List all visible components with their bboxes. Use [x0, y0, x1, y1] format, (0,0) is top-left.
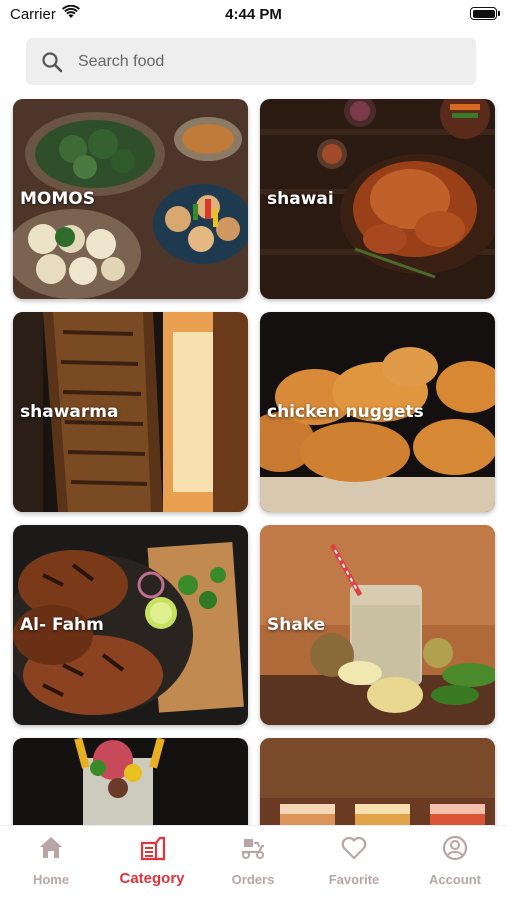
search-icon	[42, 51, 63, 72]
category-label: Shake	[267, 615, 326, 635]
tab-category[interactable]: Category	[102, 834, 202, 887]
dessert-image	[13, 738, 248, 825]
juice-image	[260, 738, 495, 825]
search-bar[interactable]	[26, 38, 476, 85]
tab-orders[interactable]: Orders	[203, 834, 303, 887]
category-grid: MOMOS shawai shawarma chicken nuggets Al…	[0, 0, 507, 825]
category-card-shawarma[interactable]: shawarma	[13, 312, 248, 512]
heart-icon	[341, 836, 367, 860]
category-card-juice[interactable]	[260, 738, 495, 825]
category-card-momos[interactable]: MOMOS	[13, 99, 248, 299]
category-label: Al- Fahm	[20, 615, 104, 635]
tab-favorite[interactable]: Favorite	[304, 834, 404, 887]
tab-label: Category	[119, 870, 185, 887]
tab-home[interactable]: Home	[1, 834, 101, 887]
home-icon	[40, 837, 62, 858]
category-card-dessert[interactable]	[13, 738, 248, 825]
category-label: shawarma	[20, 402, 119, 422]
category-card-shake[interactable]: Shake	[260, 525, 495, 725]
category-card-al-fahm[interactable]: Al- Fahm	[13, 525, 248, 725]
tab-label: Home	[32, 872, 70, 887]
tab-label: Favorite	[328, 872, 380, 887]
category-card-chicken-nuggets[interactable]: chicken nuggets	[260, 312, 495, 512]
tab-label: Account	[429, 872, 481, 887]
category-label: chicken nuggets	[267, 402, 424, 422]
category-label: shawai	[267, 189, 334, 209]
tab-account[interactable]: Account	[405, 834, 505, 887]
bottom-tab-bar: Home Category Orders Favorite Account	[0, 825, 507, 900]
category-icon	[140, 836, 166, 861]
delivery-icon	[242, 839, 264, 859]
account-icon	[442, 835, 468, 861]
category-label: MOMOS	[20, 189, 95, 209]
category-card-shawai[interactable]: shawai	[260, 99, 495, 299]
tab-label: Orders	[231, 872, 275, 887]
search-input[interactable]	[78, 52, 448, 71]
